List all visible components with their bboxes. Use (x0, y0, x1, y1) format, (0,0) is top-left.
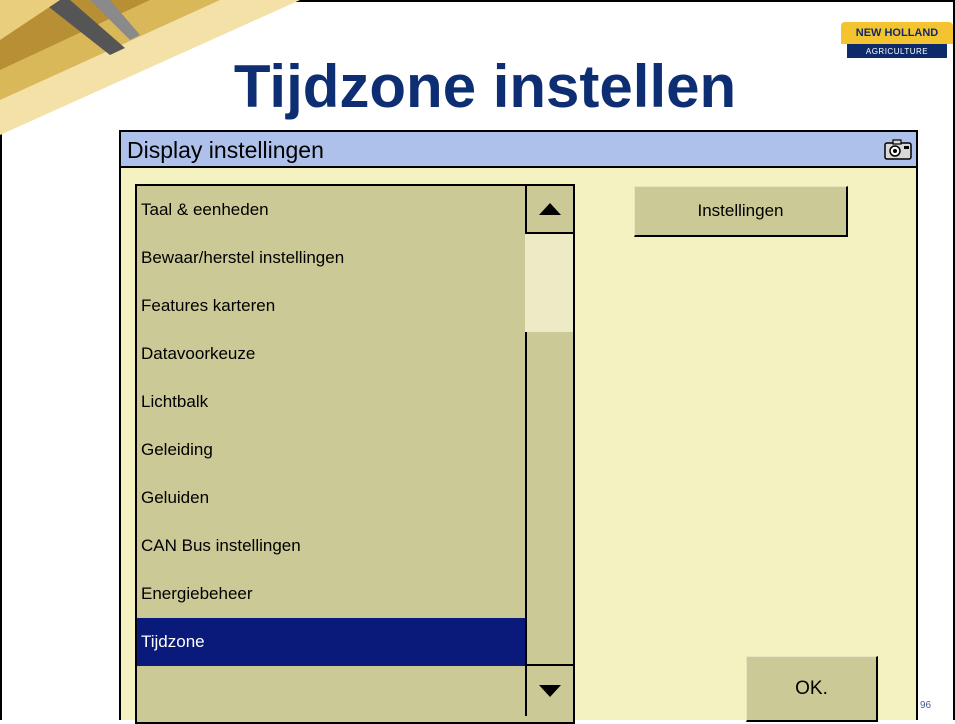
list-scrollbar[interactable] (525, 186, 573, 722)
list-item-energiebeheer[interactable]: Energiebeheer (137, 570, 525, 618)
list-item-features-karteren[interactable]: Features karteren (137, 282, 525, 330)
list-item-geleiding[interactable]: Geleiding (137, 426, 525, 474)
logo-brand: NEW HOLLAND (841, 22, 953, 44)
list-item-can-bus[interactable]: CAN Bus instellingen (137, 522, 525, 570)
list-item-bewaar-herstel[interactable]: Bewaar/herstel instellingen (137, 234, 525, 282)
instellingen-button[interactable]: Instellingen (634, 186, 848, 237)
list-item-tijdzone[interactable]: Tijdzone (137, 618, 525, 666)
list-item-lichtbalk[interactable]: Lichtbalk (137, 378, 525, 426)
scroll-up-button[interactable] (525, 186, 573, 234)
camera-icon[interactable] (884, 138, 912, 160)
window-title: Display instellingen (127, 137, 324, 163)
arrow-down-icon (539, 685, 561, 697)
scroll-track[interactable] (525, 332, 573, 664)
scroll-down-button[interactable] (525, 664, 573, 716)
list-item-geluiden[interactable]: Geluiden (137, 474, 525, 522)
list-item-taal-eenheden[interactable]: Taal & eenheden (137, 186, 525, 234)
list-item-datavoorkeuze[interactable]: Datavoorkeuze (137, 330, 525, 378)
slide-title: Tijdzone instellen (233, 53, 737, 120)
window-titlebar: Display instellingen (121, 132, 916, 168)
scroll-thumb[interactable] (525, 234, 573, 332)
ok-button[interactable]: OK. (746, 656, 878, 722)
page-number: 96 (920, 700, 932, 711)
arrow-up-icon (539, 203, 561, 215)
display-settings-window: Display instellingen Taal & eenheden Bew… (119, 130, 918, 724)
settings-list[interactable]: Taal & eenheden Bewaar/herstel instellin… (135, 184, 575, 724)
